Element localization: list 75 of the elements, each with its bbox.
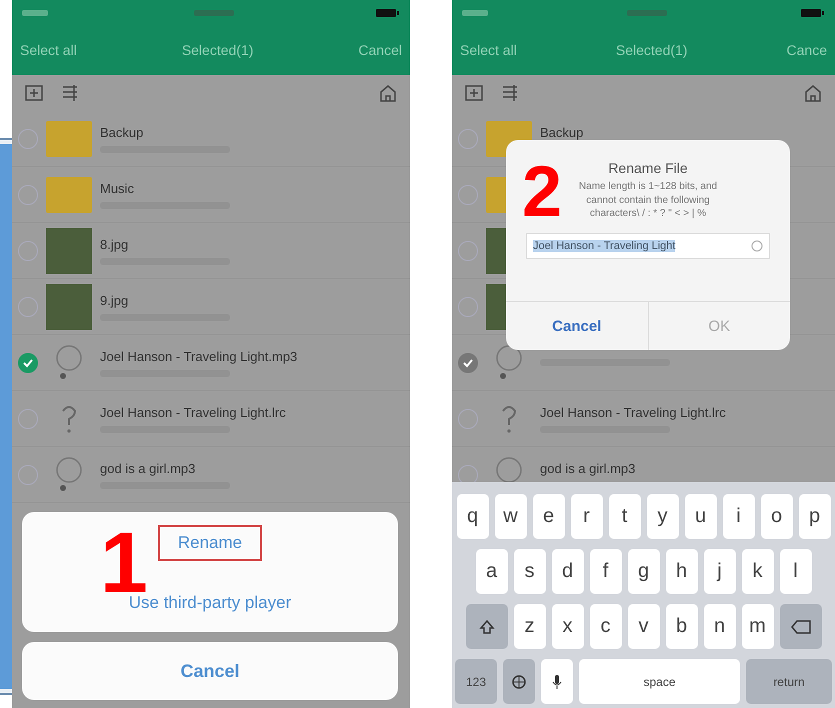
letter-key[interactable]: w: [494, 494, 526, 539]
return-key[interactable]: return: [746, 659, 832, 704]
microphone-key[interactable]: [541, 659, 573, 704]
photo-placeholder: [46, 228, 92, 274]
letter-key[interactable]: b: [666, 604, 698, 649]
home-icon[interactable]: [378, 83, 398, 103]
clear-icon[interactable]: [751, 240, 763, 252]
letter-key[interactable]: q: [456, 494, 488, 539]
letter-key[interactable]: g: [628, 549, 660, 594]
question-mark-icon: [501, 404, 517, 432]
battery-icon: [376, 8, 400, 18]
selection-circle[interactable]: [458, 352, 478, 372]
letter-key[interactable]: y: [646, 494, 678, 539]
shift-key[interactable]: [466, 604, 508, 649]
microphone-icon: [551, 674, 563, 690]
letter-key[interactable]: c: [590, 604, 622, 649]
dialog-message: Name length is 1~128 bits, and cannot contain the following characters\ / : * ? " < > | %: [578, 180, 718, 220]
letter-key[interactable]: o: [760, 494, 792, 539]
file-name: god is a girl.mp3: [100, 460, 196, 476]
numbers-key[interactable]: 123: [455, 659, 497, 704]
list-icon[interactable]: [500, 83, 520, 103]
letter-key[interactable]: i: [722, 494, 754, 539]
letter-key[interactable]: p: [798, 494, 830, 539]
file-name: Joel Hanson - Traveling Light.lrc: [540, 404, 726, 420]
backspace-icon: [790, 620, 810, 634]
letter-key[interactable]: n: [704, 604, 736, 649]
file-name: Backup: [540, 124, 584, 140]
letter-key[interactable]: u: [684, 494, 716, 539]
letter-key[interactable]: f: [590, 549, 622, 594]
selection-circle[interactable]: [18, 352, 38, 372]
letter-key[interactable]: a: [476, 549, 508, 594]
folder-icon: [46, 176, 92, 212]
letter-key[interactable]: t: [608, 494, 640, 539]
letter-key[interactable]: z: [514, 604, 546, 649]
new-folder-icon[interactable]: [24, 83, 44, 103]
step-number: 2: [522, 166, 562, 220]
file-name: Backup: [100, 124, 144, 140]
letter-key[interactable]: l: [780, 549, 812, 594]
new-folder-icon[interactable]: [464, 83, 484, 103]
delete-key[interactable]: [780, 604, 822, 649]
space-key[interactable]: space: [579, 659, 740, 704]
battery-icon: [801, 8, 825, 18]
question-mark-icon: [61, 404, 77, 432]
letter-key[interactable]: d: [552, 549, 584, 594]
letter-key[interactable]: e: [532, 494, 564, 539]
letter-key[interactable]: x: [552, 604, 584, 649]
header-title: Selected(1): [182, 42, 254, 58]
home-icon[interactable]: [803, 83, 823, 103]
shift-icon: [478, 618, 494, 634]
folder-icon: [46, 120, 92, 156]
file-name: 9.jpg: [100, 292, 130, 308]
letter-key[interactable]: s: [514, 549, 546, 594]
step-number: 1: [100, 532, 148, 596]
globe-key[interactable]: [503, 659, 535, 704]
file-name: Joel Hanson - Traveling Light.mp3: [100, 348, 298, 364]
file-name: 8.jpg: [100, 236, 130, 252]
letter-key[interactable]: v: [628, 604, 660, 649]
list-icon[interactable]: [60, 83, 80, 103]
header-title: Selected(1): [616, 42, 688, 58]
file-name: Music: [100, 180, 135, 196]
file-name: Joel Hanson - Traveling Light.lrc: [100, 404, 286, 420]
letter-key[interactable]: r: [570, 494, 602, 539]
audio-file-icon: [56, 345, 82, 380]
audio-file-icon: [496, 345, 522, 380]
letter-key[interactable]: j: [704, 549, 736, 594]
audio-file-icon: [56, 457, 82, 492]
file-name: god is a girl.mp3: [540, 460, 636, 476]
dialog-cancel-button[interactable]: Cancel: [506, 302, 648, 350]
letter-key[interactable]: m: [742, 604, 774, 649]
letter-key[interactable]: h: [666, 549, 698, 594]
letter-key[interactable]: k: [742, 549, 774, 594]
photo-placeholder: [46, 284, 92, 330]
globe-icon: [511, 674, 527, 690]
name-input-field[interactable]: Joel Hanson - Traveling Light: [526, 232, 770, 258]
dialog-title: Rename File: [608, 160, 688, 176]
